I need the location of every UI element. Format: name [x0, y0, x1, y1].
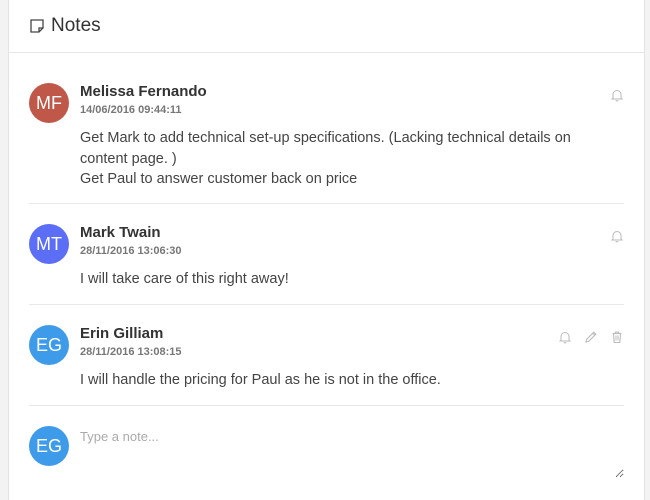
note-text-line: I will handle the pricing for Paul as he…: [80, 372, 441, 388]
note-body: Erin Gilliam 28/11/2016 13:08:15 I will …: [80, 325, 441, 405]
note-text: I will take care of this right away!: [80, 269, 289, 290]
note-text: I will handle the pricing for Paul as he…: [80, 370, 441, 391]
compose-note: EG: [29, 406, 624, 478]
note-item: EG Erin Gilliam 28/11/2016 13:08:15 I wi…: [29, 305, 624, 406]
avatar: MT: [29, 224, 69, 264]
note-item: MT Mark Twain 28/11/2016 13:06:30 I will…: [29, 204, 624, 305]
note-text-line: content page. ): [80, 150, 177, 167]
notes-panel: Notes MF Melissa Fernando 14/06/2016 09:…: [8, 0, 645, 500]
bell-icon[interactable]: [558, 330, 572, 344]
note-icon: [29, 18, 45, 34]
panel-header: Notes: [9, 0, 644, 53]
panel-title: Notes: [51, 15, 101, 36]
avatar: EG: [29, 426, 69, 466]
note-actions: [558, 330, 624, 344]
note-text-line: Get Mark to add technical set-up specifi…: [80, 130, 571, 146]
note-input[interactable]: [80, 426, 624, 478]
avatar: EG: [29, 325, 69, 365]
notes-list: MF Melissa Fernando 14/06/2016 09:44:11 …: [9, 53, 644, 478]
note-actions: [610, 229, 624, 243]
note-body: Mark Twain 28/11/2016 13:06:30 I will ta…: [80, 224, 289, 304]
trash-icon[interactable]: [610, 330, 624, 344]
note-body: Melissa Fernando 14/06/2016 09:44:11 Get…: [80, 83, 571, 203]
bell-icon[interactable]: [610, 88, 624, 102]
note-text-line: I will take care of this right away!: [80, 271, 289, 287]
note-text: Get Mark to add technical set-up specifi…: [80, 128, 571, 190]
avatar: MF: [29, 83, 69, 123]
note-item: MF Melissa Fernando 14/06/2016 09:44:11 …: [29, 53, 624, 204]
note-author: Erin Gilliam: [80, 325, 164, 342]
note-author: Mark Twain: [80, 224, 161, 241]
note-timestamp: 28/11/2016 13:06:30: [80, 245, 182, 257]
note-text-line: Get Paul to answer customer back on pric…: [80, 171, 358, 187]
note-timestamp: 14/06/2016 09:44:11: [80, 104, 182, 116]
bell-icon[interactable]: [610, 229, 624, 243]
note-author: Melissa Fernando: [80, 83, 207, 100]
note-timestamp: 28/11/2016 13:08:15: [80, 346, 182, 358]
pencil-icon[interactable]: [584, 330, 598, 344]
note-actions: [610, 88, 624, 102]
